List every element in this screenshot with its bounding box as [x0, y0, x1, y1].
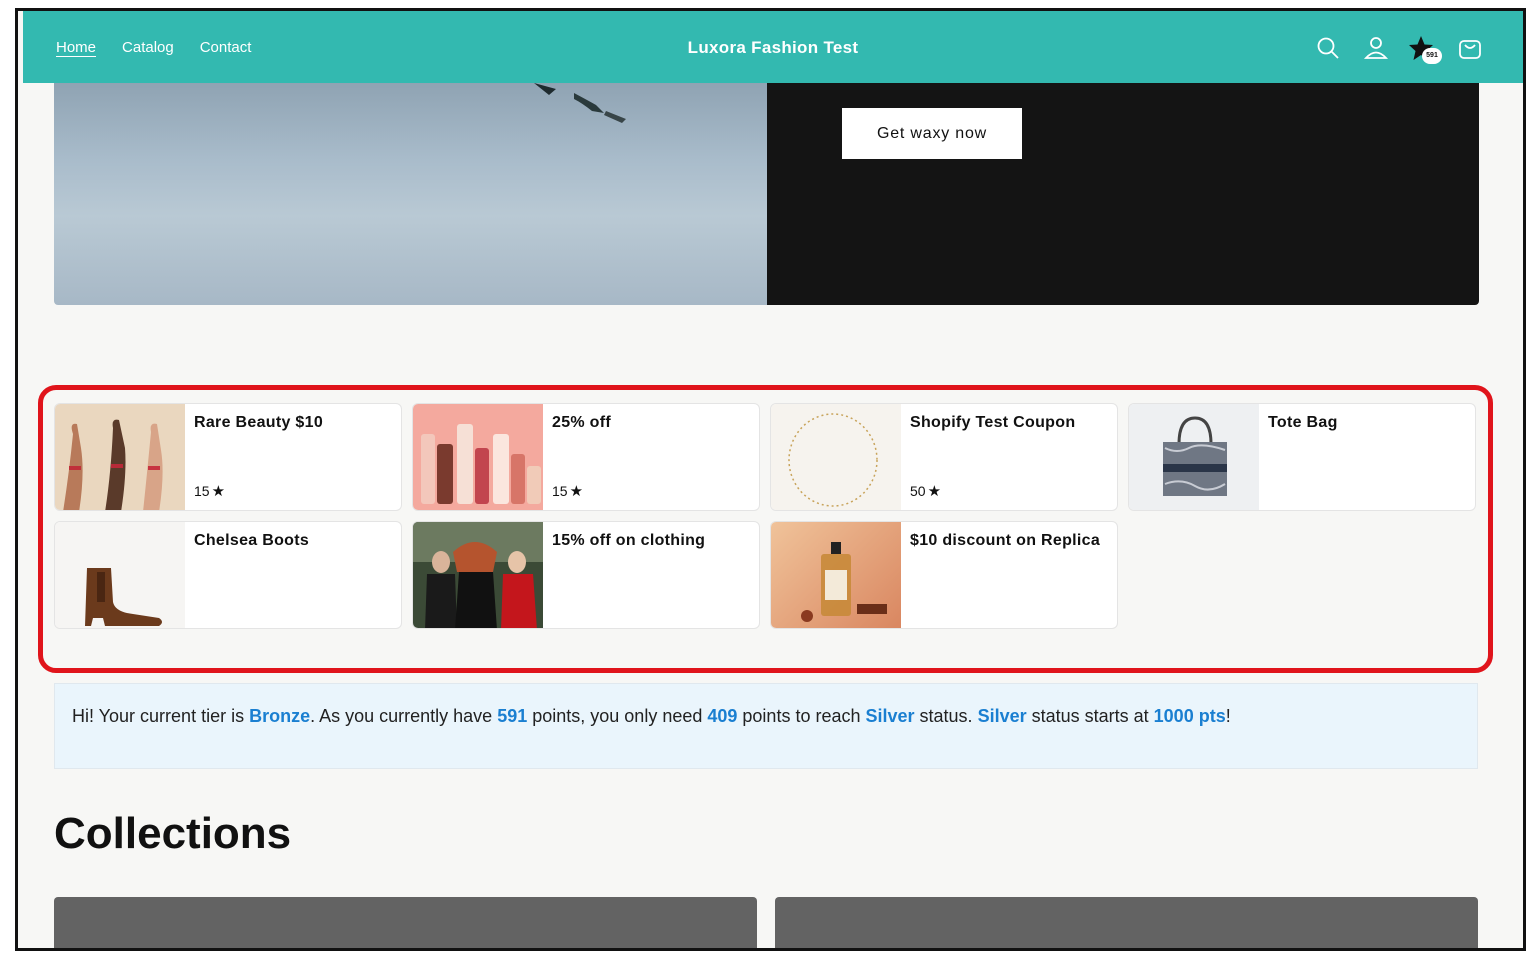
- star-icon: ★: [569, 483, 584, 500]
- account-icon[interactable]: [1363, 35, 1389, 61]
- tier-text: points to reach: [737, 706, 866, 726]
- tier-threshold: 1000 pts: [1153, 706, 1226, 726]
- cart-icon[interactable]: [1457, 35, 1483, 61]
- hero-panel: Get waxy now: [767, 83, 1479, 305]
- browser-frame: Home Catalog Contact Luxora Fashion Test…: [15, 8, 1526, 951]
- reward-points-value: 15: [194, 483, 210, 499]
- reward-card[interactable]: Chelsea Boots: [54, 521, 402, 629]
- reward-title: 15% off on clothing: [552, 532, 706, 549]
- snowboarder-graphic: [534, 83, 626, 123]
- reward-title: Tote Bag: [1268, 414, 1338, 431]
- tier-text: points, you only need: [527, 706, 708, 726]
- reward-points-value: 50: [910, 483, 926, 499]
- reward-image: [771, 404, 901, 510]
- collection-card[interactable]: [54, 897, 757, 948]
- reward-image: [55, 522, 185, 628]
- reward-card[interactable]: $10 discount on Replica: [770, 521, 1118, 629]
- collections-heading: Collections: [54, 809, 292, 858]
- next-tier: Silver: [977, 706, 1027, 726]
- tier-text: status.: [914, 706, 978, 726]
- reward-title: $10 discount on Replica: [910, 532, 1101, 549]
- next-tier: Silver: [865, 706, 915, 726]
- site-header: Home Catalog Contact Luxora Fashion Test…: [23, 11, 1523, 83]
- collection-card[interactable]: [775, 897, 1478, 948]
- reward-title: Rare Beauty $10: [194, 414, 324, 431]
- current-tier: Bronze: [249, 706, 311, 726]
- tier-text: status starts at: [1026, 706, 1154, 726]
- store-name[interactable]: Luxora Fashion Test: [23, 38, 1523, 58]
- reward-card[interactable]: 15% off on clothing: [412, 521, 760, 629]
- reward-card[interactable]: Rare Beauty $10 15 ★: [54, 403, 402, 511]
- loyalty-star-icon[interactable]: 591: [1408, 35, 1442, 64]
- reward-image: [413, 404, 543, 510]
- tier-message: Hi! Your current tier is Bronze. As you …: [72, 706, 1231, 727]
- search-icon[interactable]: [1315, 35, 1341, 61]
- reward-points: 50 ★: [910, 482, 941, 500]
- tier-text: !: [1225, 706, 1231, 726]
- tier-text: . As you currently have: [310, 706, 498, 726]
- reward-card[interactable]: Tote Bag: [1128, 403, 1476, 511]
- reward-points: 15 ★: [194, 482, 225, 500]
- reward-title: Shopify Test Coupon: [910, 414, 1076, 431]
- reward-card[interactable]: 25% off 15 ★: [412, 403, 760, 511]
- reward-points: 15 ★: [552, 482, 583, 500]
- hero-image: [54, 83, 767, 305]
- reward-card[interactable]: Shopify Test Coupon 50 ★: [770, 403, 1118, 511]
- reward-image: [771, 522, 901, 628]
- reward-image: [1129, 404, 1259, 510]
- reward-image: [55, 404, 185, 510]
- tier-text: Hi! Your current tier is: [72, 706, 250, 726]
- star-icon: ★: [211, 483, 226, 500]
- reward-title: Chelsea Boots: [194, 532, 310, 549]
- star-icon: ★: [927, 483, 942, 500]
- get-waxy-button[interactable]: Get waxy now: [842, 108, 1022, 159]
- reward-title: 25% off: [552, 414, 611, 431]
- reward-image: [413, 522, 543, 628]
- reward-points-value: 15: [552, 483, 568, 499]
- tier-status-banner: Hi! Your current tier is Bronze. As you …: [54, 683, 1478, 769]
- current-points: 591: [497, 706, 528, 726]
- points-needed: 409: [707, 706, 738, 726]
- points-badge: 591: [1422, 48, 1442, 64]
